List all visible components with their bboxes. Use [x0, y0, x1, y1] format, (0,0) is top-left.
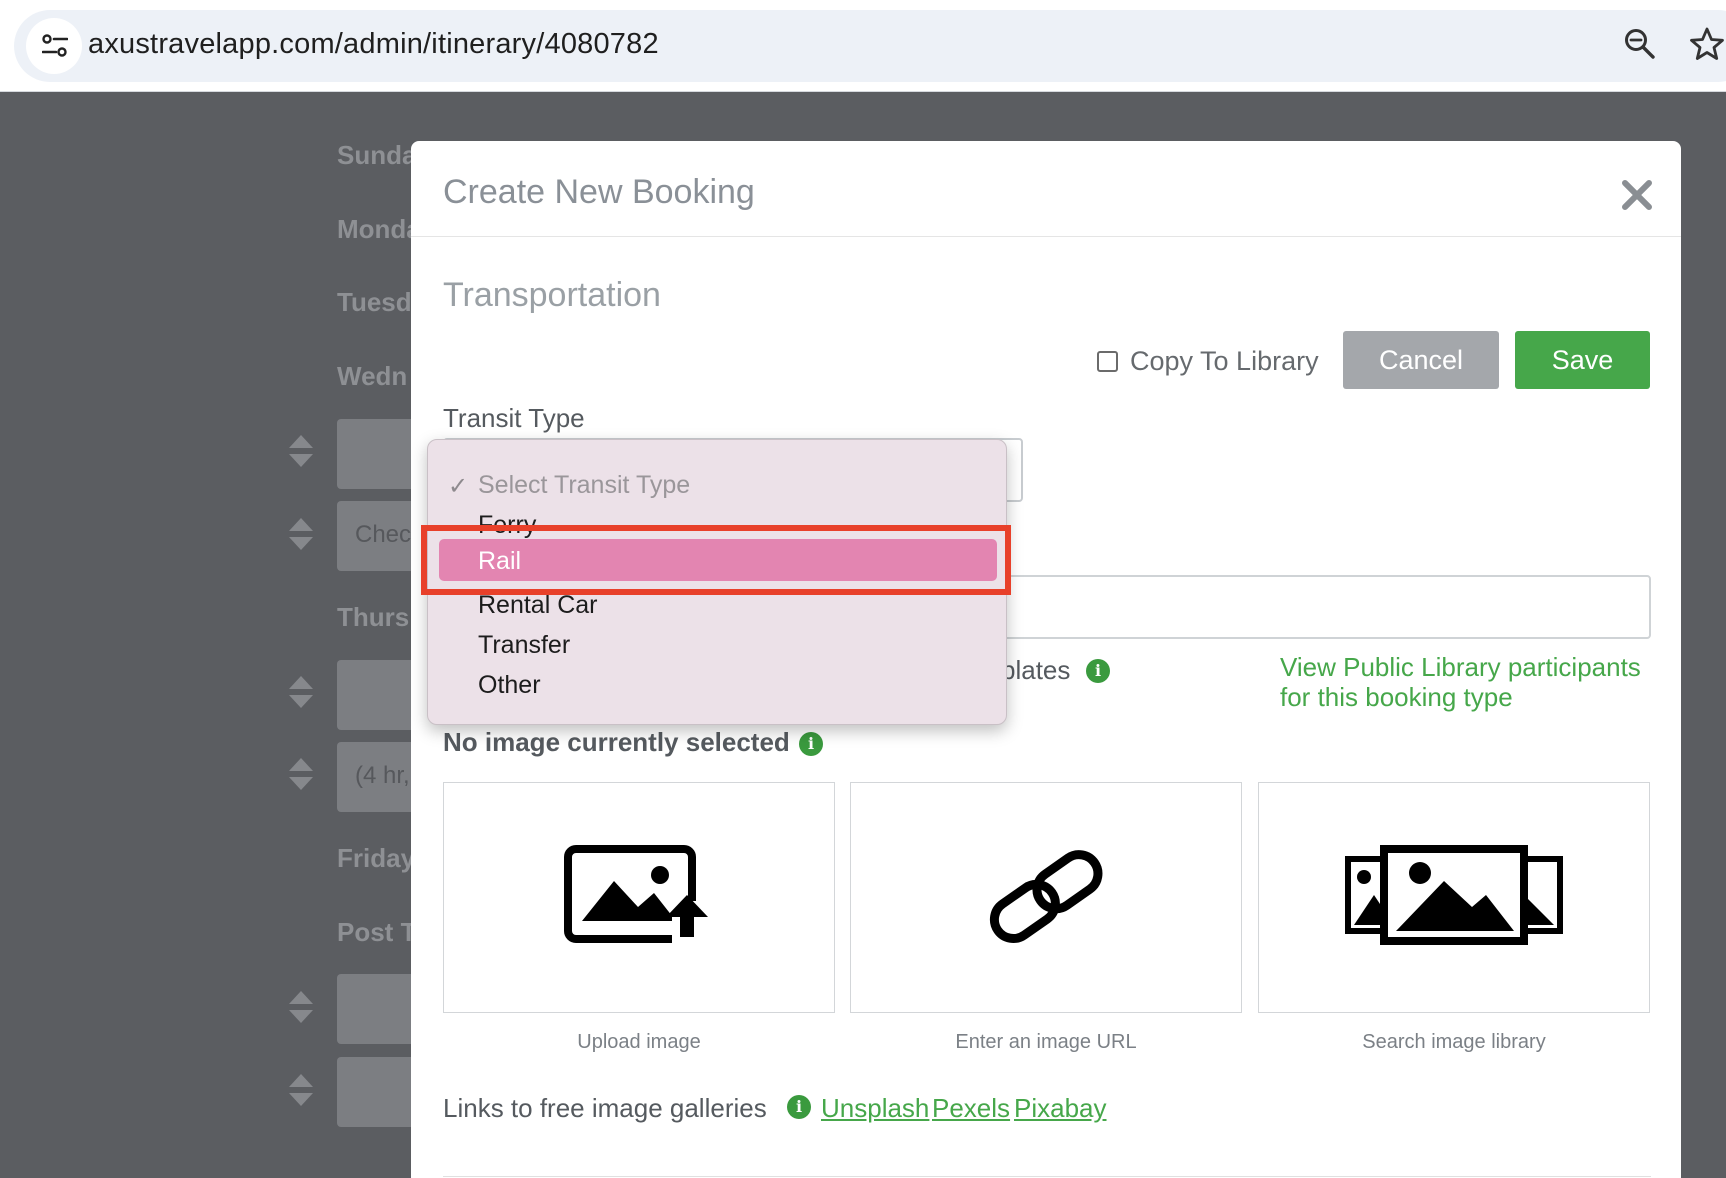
omnibox[interactable]: axustravelapp.com/admin/itinerary/408078… — [14, 10, 1726, 82]
sort-handle-icon — [289, 676, 313, 708]
image-library-tile[interactable] — [1258, 782, 1650, 1013]
image-url-caption: Enter an image URL — [955, 1031, 1137, 1053]
sort-handle-icon — [289, 1074, 313, 1106]
day-label: Monda — [337, 214, 421, 244]
sort-handle-icon — [289, 435, 313, 467]
site-info-icon[interactable] — [26, 18, 82, 74]
day-label: Post T — [337, 917, 417, 947]
day-label: Wedn — [337, 361, 408, 391]
pixabay-link[interactable]: Pixabay — [1014, 1093, 1107, 1124]
image-library-caption: Search image library — [1362, 1031, 1546, 1053]
cancel-button[interactable]: Cancel — [1343, 331, 1499, 389]
day-label: Friday — [337, 843, 416, 873]
save-button[interactable]: Save — [1515, 331, 1650, 389]
divider — [443, 1176, 1651, 1177]
dropdown-option-transfer[interactable]: Transfer — [478, 631, 570, 660]
templates-label: plates — [1001, 655, 1071, 685]
copy-to-library-label[interactable]: Copy To Library — [1130, 346, 1319, 377]
pexels-link[interactable]: Pexels — [932, 1093, 1010, 1124]
zoom-out-icon[interactable] — [1624, 28, 1656, 60]
upload-image-tile[interactable] — [443, 782, 835, 1013]
no-image-label: No image currently selected — [443, 727, 790, 757]
image-url-tile[interactable] — [850, 782, 1242, 1013]
info-icon[interactable]: i — [787, 1095, 811, 1119]
booking-card-text: Chec — [355, 521, 412, 548]
browser-address-bar: axustravelapp.com/admin/itinerary/408078… — [0, 0, 1726, 92]
highlight-annotation-box — [421, 525, 1011, 595]
dropdown-option-other[interactable]: Other — [478, 671, 541, 700]
day-label: Thurs — [337, 602, 410, 632]
dropdown-option-placeholder[interactable]: Select Transit Type — [478, 471, 690, 500]
modal-header: Create New Booking — [411, 141, 1681, 237]
unsplash-link[interactable]: Unsplash — [821, 1093, 929, 1124]
info-icon[interactable]: i — [799, 732, 823, 756]
transit-type-label: Transit Type — [443, 403, 585, 433]
public-library-link[interactable]: View Public Library participants for thi… — [1280, 652, 1660, 712]
sort-handle-icon — [289, 518, 313, 550]
info-icon[interactable]: i — [1086, 659, 1110, 683]
modal-title: Create New Booking — [443, 173, 755, 211]
checkbox[interactable] — [1097, 351, 1118, 372]
gallery-links-label: Links to free image galleries — [443, 1093, 767, 1123]
day-label: Sunda — [337, 140, 417, 170]
upload-image-icon — [564, 845, 708, 945]
image-library-icon — [1345, 845, 1563, 945]
section-title: Transportation — [443, 276, 661, 314]
url-text[interactable]: axustravelapp.com/admin/itinerary/408078… — [88, 28, 659, 61]
close-icon[interactable] — [1619, 177, 1655, 213]
dropdown-option-rental-car[interactable]: Rental Car — [478, 591, 598, 620]
sort-handle-icon — [289, 991, 313, 1023]
link-icon — [989, 850, 1103, 944]
booking-card-text: (4 hr, — [355, 762, 410, 789]
checkmark-icon: ✓ — [448, 473, 469, 500]
bookmark-star-icon[interactable] — [1690, 27, 1724, 61]
day-label: Tuesd — [337, 287, 412, 317]
upload-image-caption: Upload image — [577, 1031, 701, 1053]
sort-handle-icon — [289, 758, 313, 790]
